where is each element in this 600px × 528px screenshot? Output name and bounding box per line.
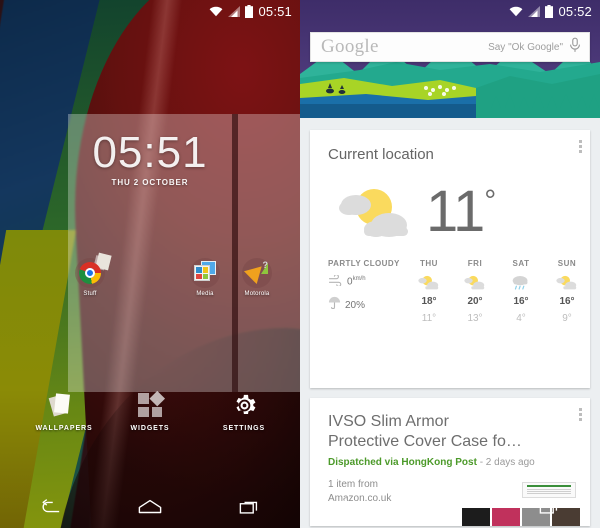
ok-google-hint: Say "Ok Google" bbox=[488, 41, 563, 53]
overflow-menu-icon[interactable] bbox=[579, 408, 582, 423]
dual-screenshot-container: 05:51 05:51 THU 2 OCTOBER Stuff Media ? … bbox=[0, 0, 600, 528]
app-folder-label: Media bbox=[196, 291, 214, 297]
widgets-label: WIDGETS bbox=[130, 425, 170, 432]
settings-gear-icon bbox=[206, 390, 282, 420]
app-folder-label: Motorola bbox=[244, 291, 270, 297]
partly-cloudy-icon bbox=[544, 271, 590, 293]
clock-widget-date: THU 2 OCTOBER bbox=[111, 178, 189, 188]
shipping-time: - 2 days ago bbox=[479, 457, 535, 469]
rain-icon bbox=[498, 271, 544, 293]
weather-card[interactable]: Current location 11° PARTLY CLOUDY 0km/h… bbox=[310, 130, 590, 388]
wallpapers-icon bbox=[26, 390, 102, 420]
motorola-folder-icon: ? bbox=[242, 258, 272, 288]
google-search-bar[interactable]: Google Say "Ok Google" bbox=[310, 32, 590, 62]
back-arrow-icon[interactable] bbox=[28, 491, 72, 521]
widgets-icon bbox=[112, 390, 188, 420]
weather-rain-row: 20% bbox=[328, 296, 406, 314]
signal-icon bbox=[228, 5, 241, 17]
signal-icon bbox=[528, 5, 541, 17]
status-clock: 05:52 bbox=[558, 3, 592, 19]
left-navigation-bar bbox=[0, 484, 300, 528]
media-folder-icon bbox=[190, 258, 220, 288]
clock-widget[interactable]: 05:51 THU 2 OCTOBER bbox=[68, 114, 232, 392]
recents-icon[interactable] bbox=[228, 491, 272, 521]
weather-card-title: Current location bbox=[328, 146, 434, 163]
wifi-icon bbox=[209, 6, 223, 17]
partly-cloudy-icon bbox=[332, 181, 418, 243]
partly-cloudy-icon bbox=[406, 271, 452, 293]
forecast-day: SAT 16° 4° bbox=[498, 259, 544, 324]
app-folder-media[interactable]: Media bbox=[179, 258, 231, 297]
right-status-bar: 05:52 bbox=[300, 0, 600, 22]
battery-icon bbox=[245, 4, 254, 18]
app-folder-motorola[interactable]: ? Motorola bbox=[231, 258, 283, 297]
recents-icon[interactable] bbox=[528, 491, 572, 521]
left-phone-screen: 05:51 05:51 THU 2 OCTOBER Stuff Media ? … bbox=[0, 0, 300, 528]
right-phone-screen: 05:52 Google Say "Ok Google" Current loc… bbox=[300, 0, 600, 528]
wallpapers-button[interactable]: WALLPAPERS bbox=[26, 390, 102, 432]
back-arrow-icon[interactable] bbox=[328, 491, 372, 521]
app-folder-label: Stuff bbox=[83, 291, 97, 297]
homescreen-actions: WALLPAPERS WIDGETS SETTINGS bbox=[0, 390, 300, 446]
weather-details: PARTLY CLOUDY 0km/h 20% THU 18° 11° FRI … bbox=[310, 255, 590, 324]
weather-current: 11° bbox=[310, 163, 590, 255]
weather-condition: PARTLY CLOUDY bbox=[328, 259, 400, 268]
shipping-card-title: IVSO Slim Armor Protective Cover Case fo… bbox=[328, 413, 522, 450]
settings-button[interactable]: SETTINGS bbox=[206, 390, 282, 432]
battery-icon bbox=[545, 4, 554, 18]
chrome-folder-icon bbox=[75, 252, 112, 288]
overflow-menu-icon[interactable] bbox=[579, 140, 582, 155]
forecast-day: SUN 16° 9° bbox=[544, 259, 590, 324]
app-folder-stuff[interactable]: Stuff bbox=[64, 252, 116, 297]
status-clock: 05:51 bbox=[258, 3, 292, 19]
forecast-day: FRI 20° 13° bbox=[452, 259, 498, 324]
partly-cloudy-icon bbox=[452, 271, 498, 293]
google-logo: Google bbox=[321, 36, 379, 57]
shipping-status: Dispatched via HongKong Post bbox=[328, 457, 477, 469]
wifi-icon bbox=[509, 6, 523, 17]
settings-label: SETTINGS bbox=[222, 425, 266, 432]
wallpapers-label: WALLPAPERS bbox=[35, 425, 93, 432]
app-folder-row: Stuff Media ? Motorola bbox=[0, 252, 300, 310]
home-icon[interactable] bbox=[428, 491, 472, 521]
right-navigation-bar bbox=[300, 484, 600, 528]
forecast-day: THU 18° 11° bbox=[406, 259, 452, 324]
clock-widget-time: 05:51 bbox=[92, 128, 208, 177]
weather-wind-value: 0km/h bbox=[347, 276, 366, 288]
weather-temperature: 11° bbox=[426, 179, 496, 244]
weather-rain-value: 20% bbox=[345, 299, 366, 311]
weather-forecast-row: THU 18° 11° FRI 20° 13° SAT 16° 4° SUN 1… bbox=[406, 259, 590, 324]
shipping-status-line: Dispatched via HongKong Post - 2 days ag… bbox=[310, 451, 590, 468]
wind-icon bbox=[328, 273, 343, 291]
umbrella-icon bbox=[328, 296, 341, 314]
weather-wind-row: 0km/h bbox=[328, 273, 406, 291]
widget-panel-divider bbox=[232, 114, 238, 392]
home-icon[interactable] bbox=[128, 491, 172, 521]
widgets-button[interactable]: WIDGETS bbox=[112, 390, 188, 432]
microphone-icon[interactable] bbox=[569, 37, 581, 58]
left-status-bar: 05:51 bbox=[0, 0, 300, 22]
